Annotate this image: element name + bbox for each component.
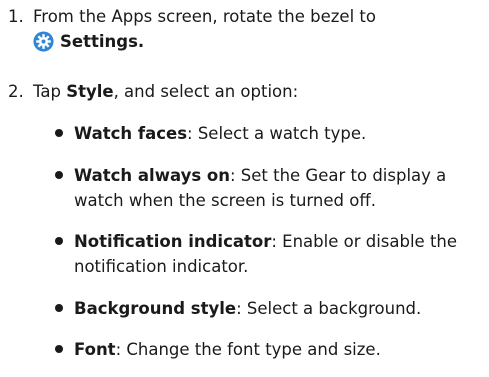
bullet-dot [55, 237, 63, 245]
option-text: Watch faces: Select a watch type. [74, 121, 484, 146]
step-1-text-block: From the Apps screen, rotate the bezel t… [33, 4, 483, 54]
option-text: Background style: Select a background. [74, 296, 484, 321]
instructions-page: 1. From the Apps screen, rotate the beze… [0, 0, 489, 377]
option-description: : Change the font type and size. [115, 340, 381, 359]
bullet-dot [55, 345, 63, 353]
option-text: Notification indicator: Enable or disabl… [74, 229, 484, 279]
option-background-style: Background style: Select a background. [0, 296, 489, 321]
step-2: 2. Tap Style, and select an option: [0, 79, 489, 104]
option-name: Watch always on [74, 166, 230, 185]
option-description: : Select a watch type. [187, 124, 367, 143]
step-2-prefix: Tap [33, 82, 67, 101]
option-name: Notification indicator [74, 232, 272, 251]
option-watch-faces: Watch faces: Select a watch type. [0, 121, 489, 146]
option-name: Watch faces [74, 124, 188, 143]
option-description: : Select a background. [236, 299, 422, 318]
option-font: Font: Change the font type and size. [0, 337, 489, 362]
step-1-number: 1. [8, 7, 24, 26]
settings-label: Settings [60, 32, 138, 51]
bullet-dot [55, 129, 63, 137]
settings-label-line: Settings. [33, 29, 483, 54]
option-name: Font [74, 340, 116, 359]
settings-label-period: . [137, 32, 145, 51]
option-notification-indicator: Notification indicator: Enable or disabl… [0, 229, 489, 279]
step-2-number: 2. [8, 82, 24, 101]
settings-gear-icon [33, 31, 54, 52]
step-1-text: From the Apps screen, rotate the bezel t… [33, 7, 376, 26]
step-2-suffix: , and select an option: [113, 82, 299, 101]
option-name: Background style [74, 299, 237, 318]
step-1: 1. From the Apps screen, rotate the beze… [0, 4, 489, 56]
option-text: Font: Change the font type and size. [74, 337, 484, 362]
style-label: Style [66, 82, 114, 101]
option-text: Watch always on: Set the Gear to display… [74, 163, 484, 213]
option-watch-always-on: Watch always on: Set the Gear to display… [0, 163, 489, 213]
bullet-dot [55, 171, 63, 179]
step-2-text: Tap Style, and select an option: [33, 79, 483, 104]
bullet-dot [55, 304, 63, 312]
